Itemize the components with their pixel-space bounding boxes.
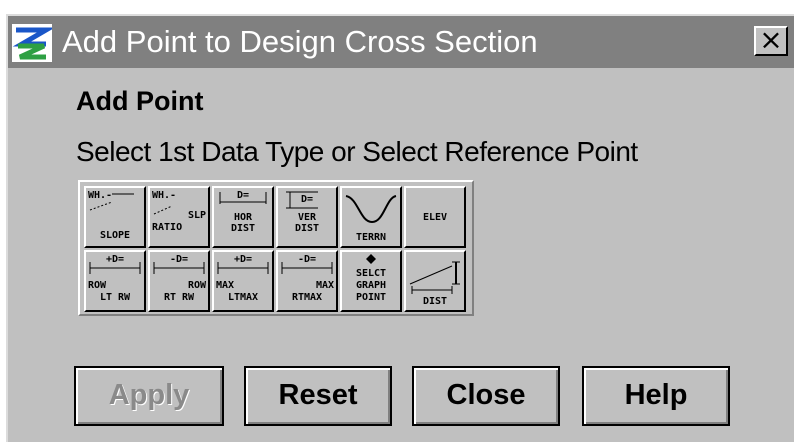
tool-select-graph-point[interactable]: SELCT GRAPH POINT [340,250,402,312]
section-heading: Add Point [76,86,204,116]
tool-horizontal-distance[interactable]: D= HOR DIST [212,186,274,248]
tool-vertical-distance[interactable]: D= VER DIST [276,186,338,248]
add-point-dialog: Add Point to Design Cross Section × Add … [6,14,794,442]
tool-max-rt-max[interactable]: -D= MAX RTMAX [276,250,338,312]
tool-distance[interactable]: DIST [404,250,466,312]
tool-slope-ratio[interactable]: WH.- SLP RATIO [148,186,210,248]
tool-row-rt-rw[interactable]: -D= ROW RT RW [148,250,210,312]
reset-button[interactable]: Reset [244,366,392,426]
tool-slope[interactable]: WH.- SLOPE [84,186,146,248]
close-window-button[interactable]: × [754,26,788,56]
tool-row-lt-rw[interactable]: +D= ROW LT RW [84,250,146,312]
tool-max-lt-max[interactable]: +D= MAX LTMAX [212,250,274,312]
instruction-text: Select 1st Data Type or Select Reference… [76,136,638,167]
window-title: Add Point to Design Cross Section [62,24,538,59]
tool-elevation[interactable]: ELEV [404,186,466,248]
apply-button[interactable]: Apply [74,366,224,426]
app-logo-icon [12,24,52,62]
data-type-palette: WH.- SLOPE WH.- SLP RATIO D= HOR DIST D=… [78,180,474,316]
help-button[interactable]: Help [582,366,730,426]
title-bar[interactable]: Add Point to Design Cross Section × [8,16,794,68]
tool-terrain[interactable]: TERRN [340,186,402,248]
close-button[interactable]: Close [412,366,560,426]
